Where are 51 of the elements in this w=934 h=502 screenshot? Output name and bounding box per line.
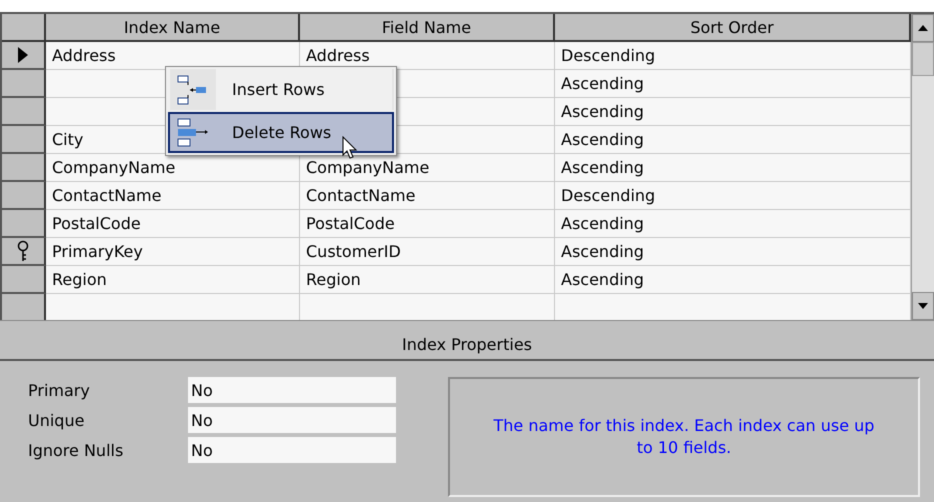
column-header[interactable]: Field Name bbox=[300, 14, 555, 42]
row-selector[interactable] bbox=[2, 294, 46, 320]
section-title: Index Properties bbox=[0, 329, 934, 361]
property-field[interactable]: No bbox=[188, 437, 396, 463]
table-cell: PostalCode bbox=[300, 210, 555, 238]
menu-item[interactable]: Insert Rows bbox=[168, 69, 394, 110]
table-cell: Descending bbox=[555, 182, 911, 210]
down-arrow-icon bbox=[918, 303, 928, 309]
row-selector[interactable] bbox=[2, 126, 46, 154]
row-selector[interactable] bbox=[2, 42, 46, 70]
menu-item[interactable]: Delete Rows bbox=[168, 112, 394, 153]
key-icon bbox=[17, 240, 29, 262]
table-cell: Ascending bbox=[555, 70, 911, 98]
property-field[interactable]: No bbox=[188, 377, 396, 403]
current-row-icon bbox=[17, 46, 29, 64]
mouse-pointer-icon bbox=[342, 136, 358, 160]
table-cell: Ascending bbox=[555, 98, 911, 126]
help-text: The name for this index. Each index can use up to 10 fields. bbox=[448, 377, 920, 497]
table-cell: Ascending bbox=[555, 210, 911, 238]
row-selector[interactable] bbox=[2, 210, 46, 238]
scroll-up-button[interactable] bbox=[912, 14, 934, 42]
up-arrow-icon bbox=[918, 25, 928, 31]
scroll-thumb[interactable] bbox=[912, 42, 934, 76]
header-corner bbox=[2, 14, 46, 42]
table-cell: Ascending bbox=[555, 266, 911, 294]
delete-rows-icon bbox=[176, 116, 210, 148]
property-field[interactable]: No bbox=[188, 407, 396, 433]
scroll-down-button[interactable] bbox=[912, 292, 934, 320]
table-cell: CustomerID bbox=[300, 238, 555, 266]
table-cell: ContactName bbox=[46, 182, 300, 210]
scrollbar[interactable] bbox=[911, 14, 934, 320]
column-header[interactable]: Index Name bbox=[46, 14, 300, 42]
field-label: Unique bbox=[28, 410, 86, 432]
table-cell: Region bbox=[300, 266, 555, 294]
row-selector[interactable] bbox=[2, 238, 46, 266]
column-header[interactable]: Sort Order bbox=[555, 14, 911, 42]
row-selector[interactable] bbox=[2, 266, 46, 294]
table-cell: PrimaryKey bbox=[46, 238, 300, 266]
field-label: Primary bbox=[28, 380, 91, 402]
field-label: Ignore Nulls bbox=[28, 440, 124, 462]
row-selector[interactable] bbox=[2, 182, 46, 210]
table-cell: Ascending bbox=[555, 154, 911, 182]
table-cell: ContactName bbox=[300, 182, 555, 210]
row-selector[interactable] bbox=[2, 70, 46, 98]
table-cell: PostalCode bbox=[46, 210, 300, 238]
row-selector[interactable] bbox=[2, 154, 46, 182]
row-selector[interactable] bbox=[2, 98, 46, 126]
table-cell: Region bbox=[46, 266, 300, 294]
table-cell: Ascending bbox=[555, 126, 911, 154]
table-cell: Descending bbox=[555, 42, 911, 70]
table-cell: Ascending bbox=[555, 238, 911, 266]
